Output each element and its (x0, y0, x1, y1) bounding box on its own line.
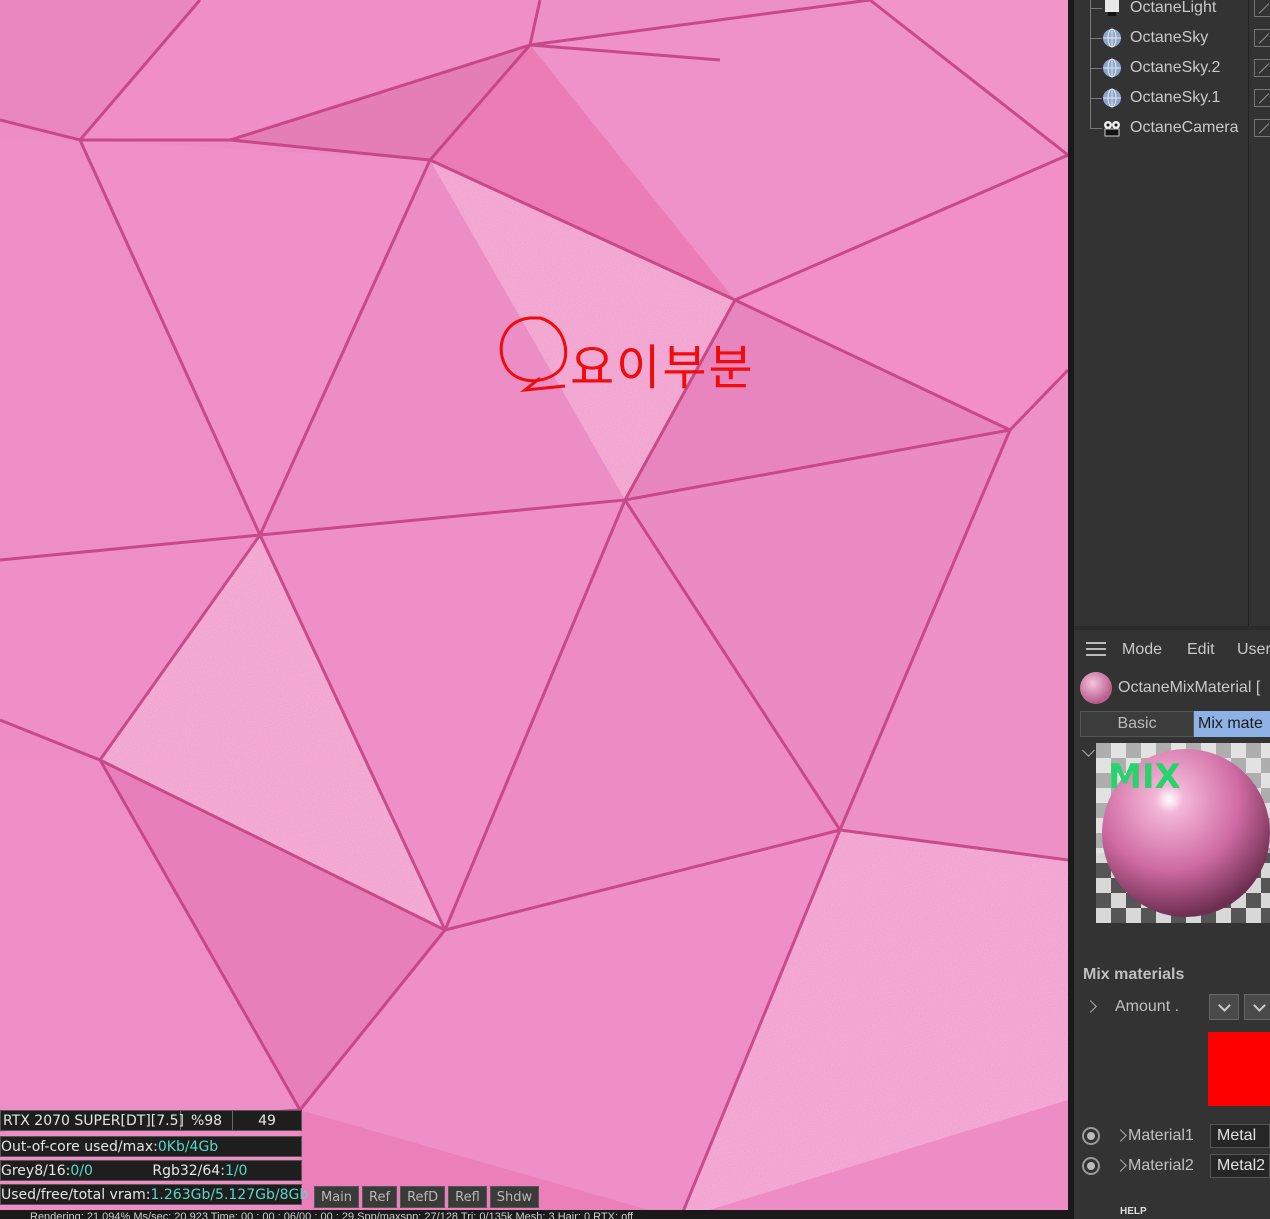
tag-icon[interactable] (1254, 119, 1270, 137)
vram-label: Used/free/total vram: (1, 1186, 151, 1203)
material-preview: MIX (1096, 743, 1270, 923)
pass-tab-refd[interactable]: RefD (400, 1186, 446, 1208)
render-pass-tabs: Main Ref RefD Refl Shdw (314, 1186, 540, 1208)
object-label: OctaneLight (1130, 0, 1217, 16)
tag-icon[interactable] (1254, 89, 1270, 107)
attribute-manager: Mode Edit User OctaneMixMaterial [ Basic… (1074, 630, 1270, 1219)
amount-label: Amount . (1115, 998, 1180, 1015)
help-button[interactable]: HELP (1120, 1206, 1147, 1217)
material1-animate-radio[interactable] (1082, 1127, 1100, 1145)
object-label: OctaneSky.1 (1130, 89, 1221, 106)
light-icon (1105, 0, 1119, 16)
render-viewport[interactable]: 요이부분 RTX 2070 SUPER[DT][7.5] %98 49 Out-… (0, 0, 1068, 1219)
rgb-value: 1/0 (224, 1162, 248, 1179)
material2-link-field[interactable]: Metal2 (1210, 1154, 1270, 1178)
pass-tab-refl[interactable]: Refl (448, 1186, 487, 1208)
object-item-octanesky[interactable]: OctaneSky (1074, 24, 1270, 52)
object-item-octanelight[interactable]: OctaneLight (1074, 0, 1270, 22)
tab-basic[interactable]: Basic (1080, 711, 1194, 737)
expand-chevron-icon[interactable] (1084, 1000, 1097, 1013)
expand-chevron-icon[interactable] (1114, 1159, 1127, 1172)
material-thumbnail (1080, 672, 1112, 704)
collapse-chevron-icon[interactable] (1082, 744, 1095, 757)
pass-tab-ref[interactable]: Ref (362, 1186, 398, 1208)
object-label: OctaneSky.2 (1130, 59, 1221, 76)
render-status-bar: Rendering: 21.094% Ms/sec: 20.923 Time: … (0, 1210, 1068, 1219)
render-image (0, 0, 1068, 1219)
ooc-label: Out-of-core used/max: (1, 1138, 158, 1155)
amount-dropdown-button[interactable] (1209, 994, 1239, 1020)
menu-mode[interactable]: Mode (1122, 641, 1162, 659)
ooc-value: 0Kb/4Gb (157, 1138, 219, 1155)
sky-sphere-icon (1103, 88, 1121, 108)
grey-label: Grey8/16: (1, 1162, 71, 1179)
material2-animate-radio[interactable] (1082, 1157, 1100, 1175)
pass-tab-main[interactable]: Main (314, 1186, 360, 1208)
gpu-temp: 49 (258, 1112, 276, 1129)
preview-mix-label: MIX (1108, 757, 1181, 797)
camera-icon (1104, 121, 1120, 137)
amount-color-swatch[interactable] (1208, 1032, 1270, 1106)
menu-icon[interactable] (1086, 642, 1106, 656)
tag-icon[interactable] (1254, 0, 1270, 17)
menu-user[interactable]: User (1237, 641, 1270, 659)
object-item-octanesky-2[interactable]: OctaneSky.2 (1074, 54, 1270, 82)
tree-branch (1090, 98, 1102, 99)
material1-label: Material1 (1128, 1127, 1194, 1144)
sky-sphere-icon (1103, 28, 1121, 48)
annotation-text: 요이부분 (570, 340, 755, 396)
material2-row: Material2 Metal2 (1074, 1152, 1270, 1180)
material2-label: Material2 (1128, 1157, 1194, 1174)
material1-link-field[interactable]: Metal (1210, 1124, 1270, 1148)
pass-tab-shdw[interactable]: Shdw (489, 1186, 540, 1208)
tree-branch (1090, 8, 1102, 9)
material-name: OctaneMixMaterial [ (1118, 679, 1261, 696)
object-manager: OctaneLight OctaneSky OctaneSky.2 Octane… (1074, 0, 1270, 626)
object-label: OctaneCamera (1130, 119, 1239, 136)
material-header: OctaneMixMaterial [ (1074, 670, 1270, 706)
object-label: OctaneSky (1130, 29, 1209, 46)
amount-row: Amount . (1074, 994, 1270, 1022)
tag-icon[interactable] (1254, 59, 1270, 77)
tab-mix-material[interactable]: Mix mate (1194, 711, 1270, 737)
sky-sphere-icon (1103, 58, 1121, 78)
vram-value: 1.263Gb/5.127Gb/8Gb (150, 1186, 309, 1203)
attribute-tabs: Basic Mix mate (1080, 711, 1270, 737)
gpu-usage: %98 (181, 1111, 233, 1130)
tag-icon[interactable] (1254, 29, 1270, 47)
material1-row: Material1 Metal (1074, 1122, 1270, 1150)
object-item-octanecamera[interactable]: OctaneCamera (1074, 114, 1270, 142)
section-mix-materials: Mix materials (1083, 966, 1185, 983)
object-item-octanesky-1[interactable]: OctaneSky.1 (1074, 84, 1270, 112)
grey-value: 0/0 (70, 1162, 93, 1179)
tree-branch (1090, 128, 1102, 129)
expand-chevron-icon[interactable] (1114, 1129, 1127, 1142)
rgb-label: Rgb32/64: (152, 1162, 225, 1179)
tree-branch (1090, 38, 1102, 39)
gpu-name: RTX 2070 SUPER[DT][7.5] (3, 1111, 184, 1130)
tree-branch (1090, 68, 1102, 69)
amount-extra-button[interactable] (1244, 994, 1270, 1020)
menu-edit[interactable]: Edit (1187, 641, 1215, 659)
attribute-menubar: Mode Edit User (1074, 638, 1270, 662)
